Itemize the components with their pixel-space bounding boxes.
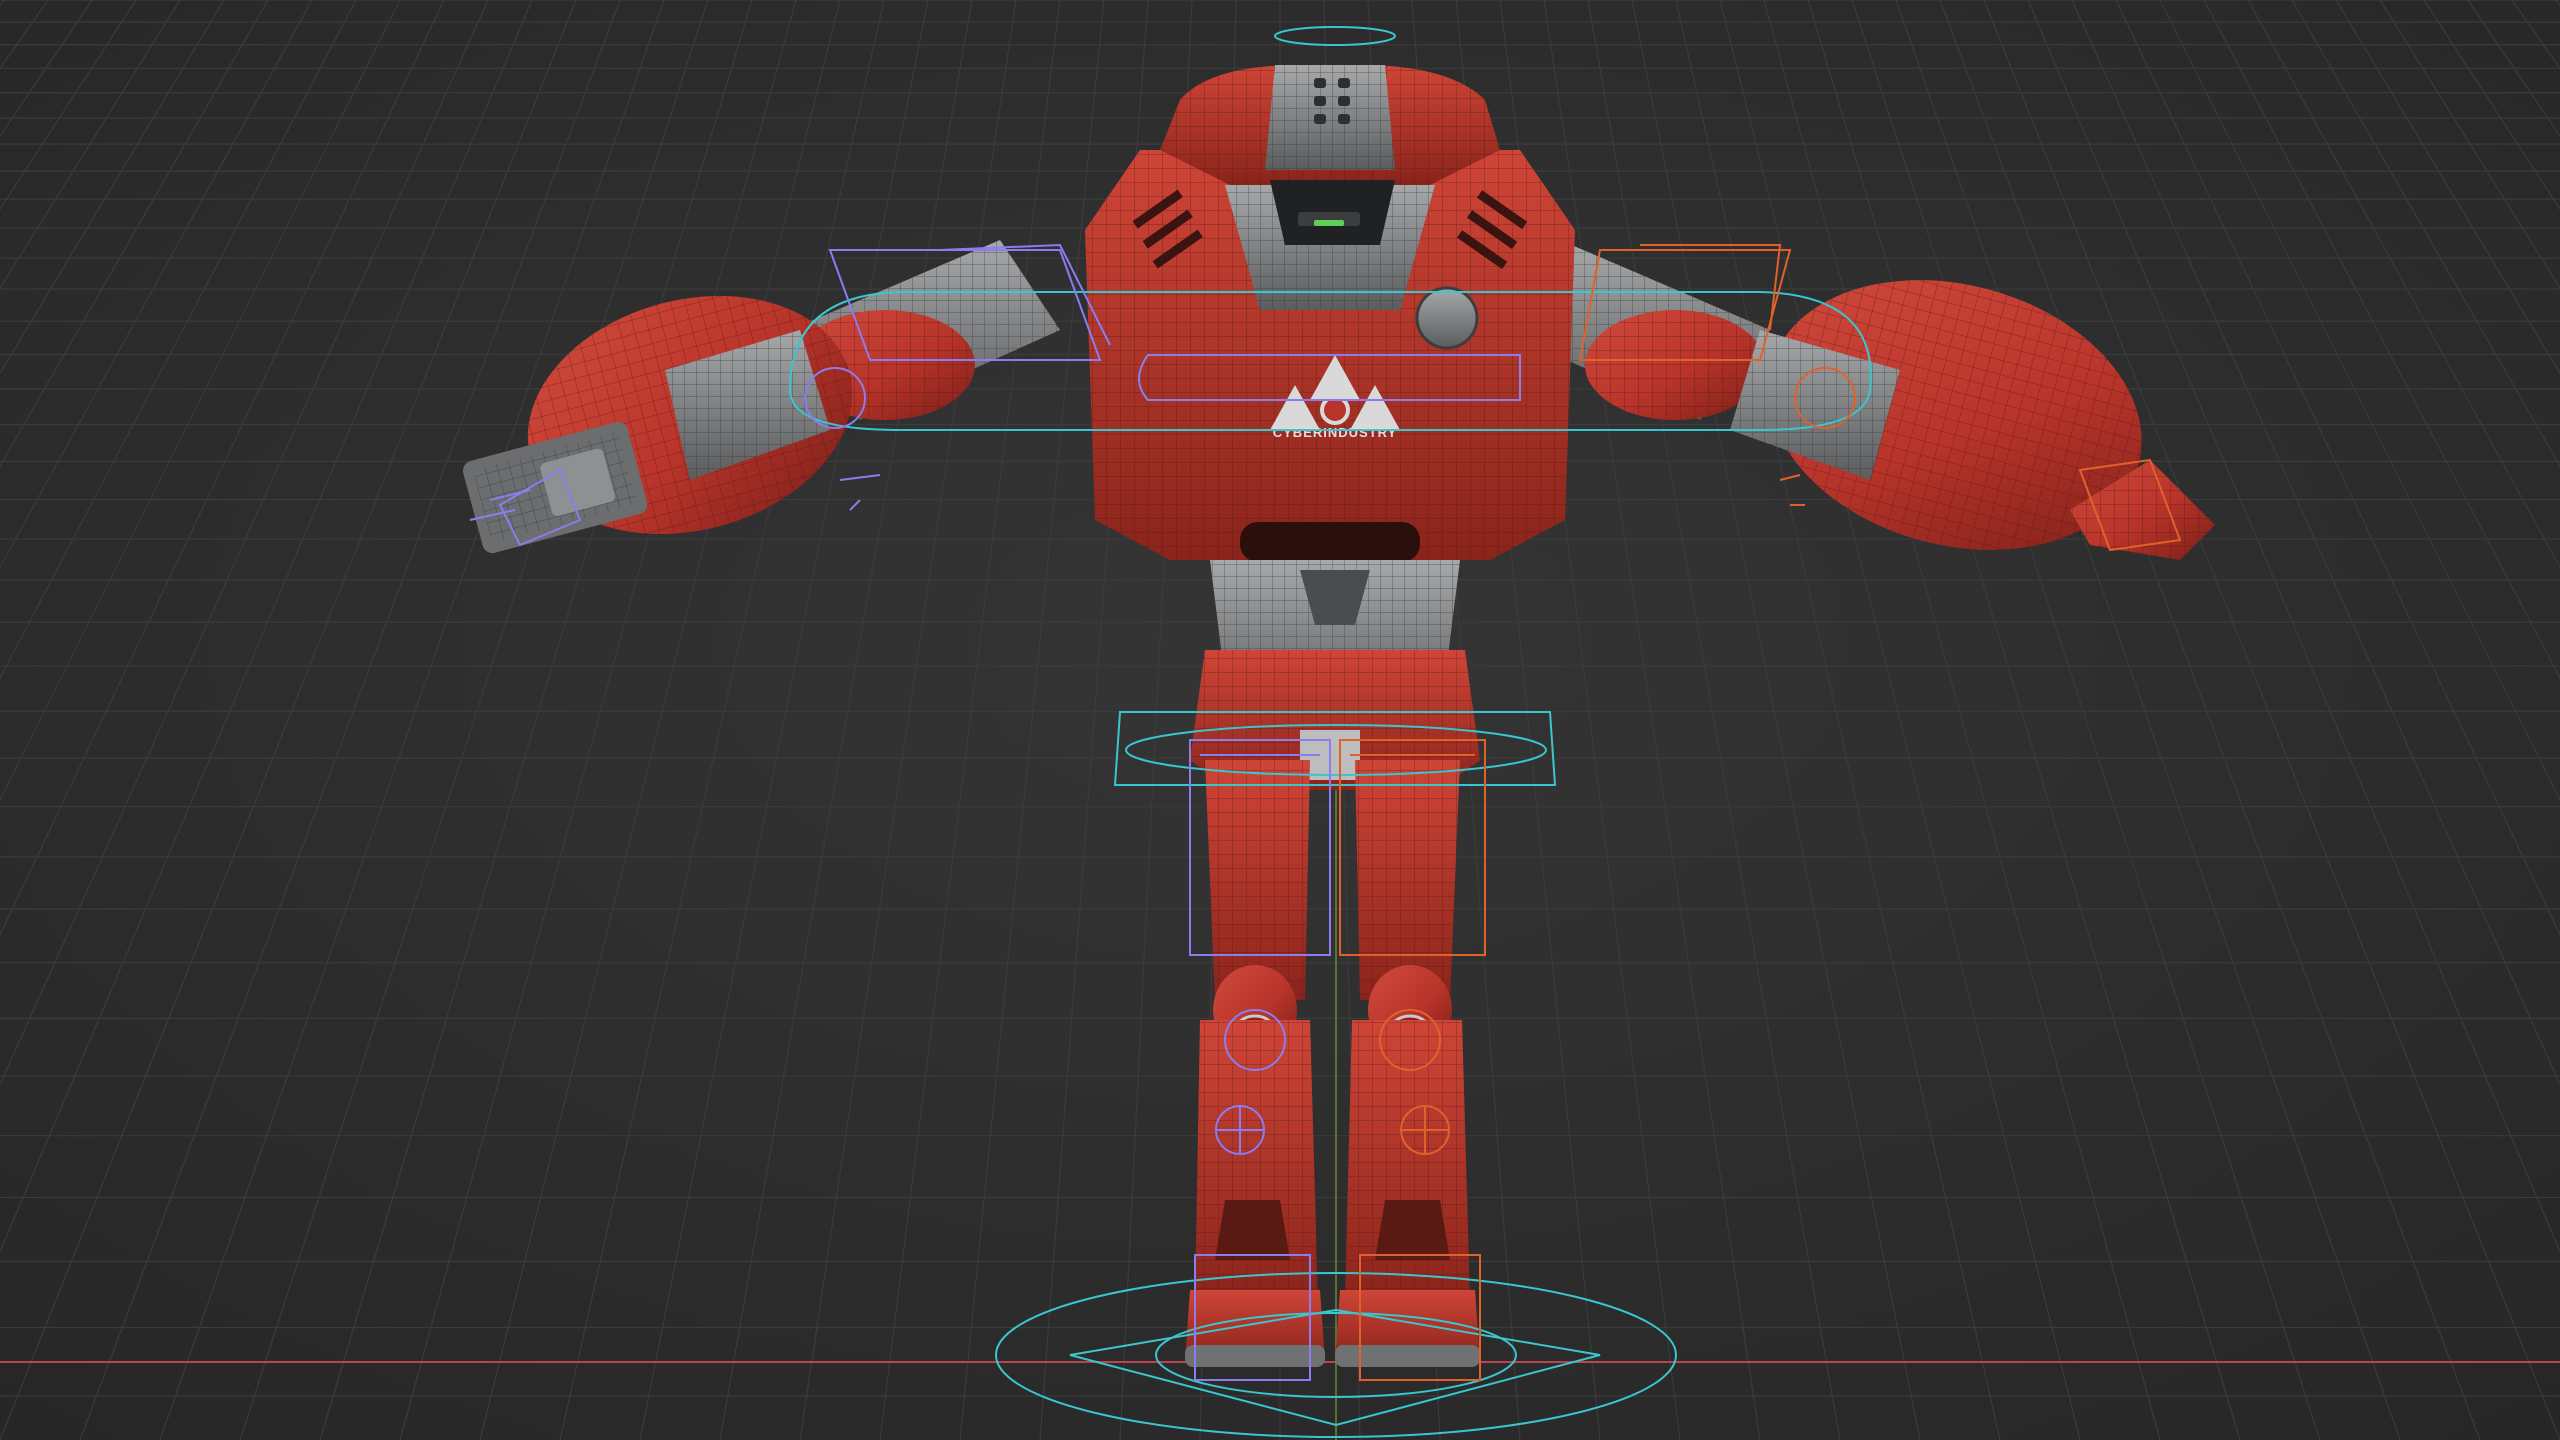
- 3d-viewport[interactable]: CYBERINDUSTRY: [0, 0, 2560, 1440]
- decal-text: CYBERINDUSTRY: [1273, 425, 1397, 440]
- chest-button: [1415, 286, 1479, 350]
